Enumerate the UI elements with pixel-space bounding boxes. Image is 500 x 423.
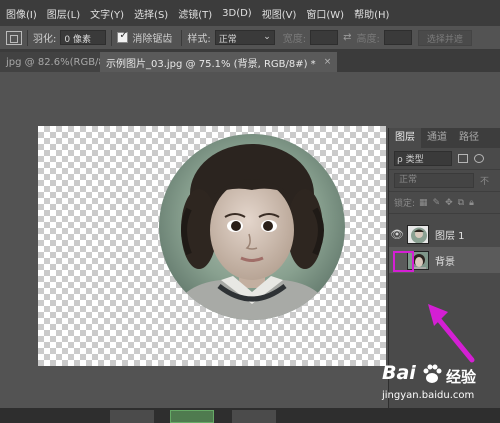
style-label: 样式:: [187, 34, 211, 45]
lock-pixels-icon[interactable]: ▦: [419, 198, 428, 208]
feather-label: 羽化:: [33, 34, 57, 45]
taskbar-item-active[interactable]: [170, 410, 214, 423]
annotation-arrow: [428, 304, 475, 363]
blend-mode-select[interactable]: 正常: [394, 173, 474, 188]
options-divider: [27, 29, 28, 46]
lock-row: 锁定: ▦ ✎ ✥ ⧉ 🔒︎: [389, 192, 500, 214]
swap-icon[interactable]: ⇄: [343, 32, 351, 43]
baidu-jingyan-watermark: Bai 经验 jingyan.baidu.com: [380, 362, 498, 408]
lock-all-icon[interactable]: 🔒︎: [469, 198, 474, 208]
menu-image[interactable]: 图像(I): [6, 6, 37, 21]
status-bar: [0, 408, 500, 423]
menu-view[interactable]: 视图(V): [262, 6, 297, 21]
select-and-mask-button[interactable]: 选择并遮: [417, 29, 472, 46]
options-bar: 羽化: 0 像素 消除锯齿 样式: 正常 ⌄ 宽度: ⇄ 高度: 选择并遮: [0, 26, 500, 50]
antialias-checkbox[interactable]: [117, 30, 129, 43]
panel-tabs: 图层 通道 路径: [389, 128, 500, 148]
lock-artboard-icon[interactable]: ⧉: [458, 198, 464, 208]
image-filter-icon[interactable]: [458, 154, 468, 163]
height-input[interactable]: [383, 30, 412, 45]
close-icon[interactable]: ×: [324, 57, 332, 67]
antialias-label: 消除锯齿: [132, 34, 173, 45]
lock-label: 锁定:: [394, 199, 416, 209]
width-label: 宽度:: [282, 34, 307, 45]
tab-paths[interactable]: 路径: [453, 128, 485, 148]
document-tabs: jpg @ 82.6%(RGB/8#) × 示例图片_03.jpg @ 75.1…: [0, 50, 500, 72]
portrait-graphic: [159, 134, 345, 320]
layer-name[interactable]: 图层 1: [435, 227, 465, 242]
watermark-logo-text: Bai: [382, 362, 416, 384]
watermark-url: jingyan.baidu.com: [382, 390, 475, 401]
tab-document-1[interactable]: jpg @ 82.6%(RGB/8#) ×: [0, 52, 100, 72]
menu-filter[interactable]: 滤镜(T): [178, 6, 212, 21]
width-input[interactable]: [310, 30, 339, 45]
menu-select[interactable]: 选择(S): [134, 6, 168, 21]
tab-document-2[interactable]: 示例图片_03.jpg @ 75.1% (背景, RGB/8#) * ×: [100, 52, 338, 72]
options-divider: [181, 29, 183, 46]
layer-thumbnail-graphic: [408, 225, 428, 243]
tab-channels[interactable]: 通道: [421, 128, 453, 148]
document-canvas[interactable]: [38, 126, 386, 366]
eye-icon[interactable]: 👁︎: [389, 228, 405, 241]
menu-3d[interactable]: 3D(D): [222, 8, 252, 19]
menu-layer[interactable]: 图层(L): [47, 6, 80, 21]
tab-label: jpg @ 82.6%(RGB/8#): [6, 56, 100, 68]
layer-name[interactable]: 背景: [435, 253, 455, 268]
menu-help[interactable]: 帮助(H): [354, 6, 389, 21]
tab-layers[interactable]: 图层: [389, 128, 421, 148]
visibility-highlight-box: [393, 251, 414, 272]
adjustment-filter-icon[interactable]: [474, 154, 484, 163]
menu-window[interactable]: 窗口(W): [306, 6, 344, 21]
tab-label: 示例图片_03.jpg @ 75.1% (背景, RGB/8#) *: [106, 58, 316, 70]
new-selection-icon[interactable]: [6, 30, 22, 45]
lock-paint-icon[interactable]: ✎: [433, 198, 441, 208]
layer-filter-row: ρ 类型: [389, 148, 500, 170]
blend-row: 正常 不: [389, 170, 500, 192]
style-select[interactable]: 正常 ⌄: [214, 30, 275, 45]
taskbar-item[interactable]: [110, 410, 154, 423]
paw-icon: [423, 364, 442, 383]
circular-portrait-image: [159, 134, 345, 320]
lock-position-icon[interactable]: ✥: [445, 198, 453, 208]
layer-filter-select[interactable]: ρ 类型: [394, 151, 452, 166]
layer-row-layer-1[interactable]: 👁︎ 图层 1: [389, 221, 500, 247]
dropdown-icon: ⌄: [263, 32, 271, 42]
menu-type[interactable]: 文字(Y): [90, 6, 124, 21]
layer-thumbnail: [407, 224, 429, 244]
opacity-label: 不: [480, 177, 490, 187]
style-value: 正常: [218, 35, 237, 45]
feather-input[interactable]: 0 像素: [60, 30, 107, 45]
layer-filter-value: ρ 类型: [397, 155, 424, 165]
taskbar-item[interactable]: [232, 410, 276, 423]
options-divider: [111, 29, 113, 46]
menu-bar: 图像(I) 图层(L) 文字(Y) 选择(S) 滤镜(T) 3D(D) 视图(V…: [0, 0, 500, 26]
workspace[interactable]: [0, 72, 388, 408]
height-label: 高度:: [356, 34, 380, 45]
watermark-brand: 经验: [446, 368, 477, 386]
